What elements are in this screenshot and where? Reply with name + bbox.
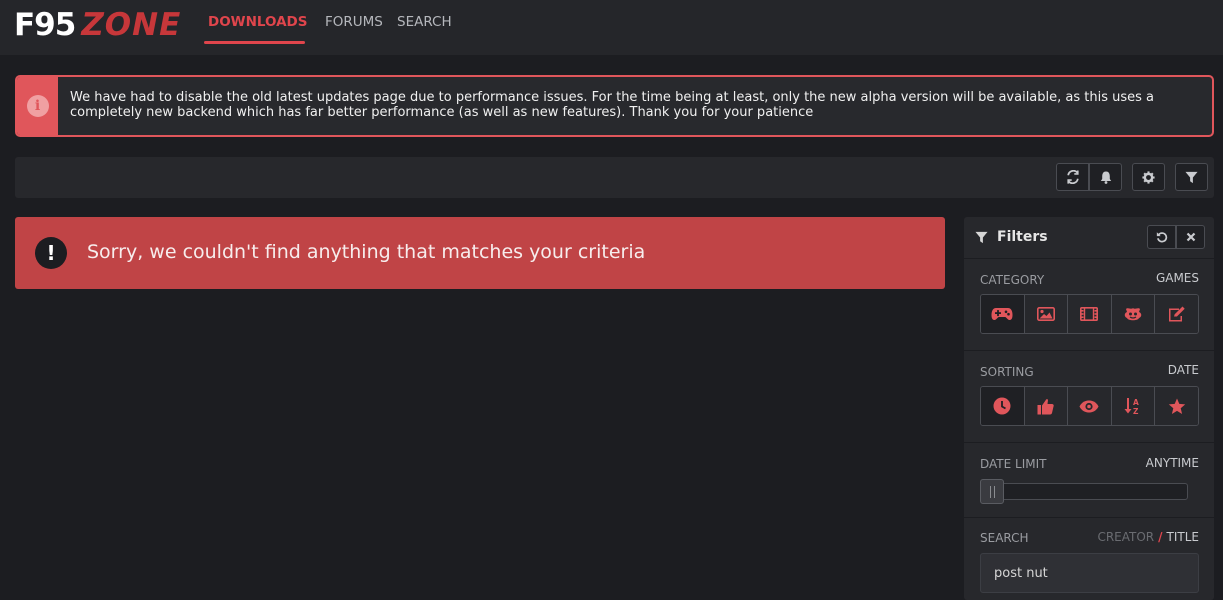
gamepad-icon [991,308,1013,320]
no-results-text: Sorry, we couldn't find anything that ma… [87,241,646,263]
close-filters-button[interactable] [1176,225,1205,249]
notice-banner: i We have had to disable the old latest … [15,75,1214,137]
sorting-label: SORTING [980,365,1034,379]
filter-toggle-button[interactable] [1175,163,1208,191]
filters-title: Filters [997,229,1048,245]
category-games-button[interactable] [981,295,1025,333]
date-limit-slider-handle[interactable] [980,479,1004,504]
undo-icon [1156,232,1167,243]
notifications-button[interactable] [1089,163,1122,191]
filter-icon [1185,171,1198,183]
search-mode-separator: / [1158,530,1163,544]
sort-alphabetical-button[interactable]: AZ [1111,387,1156,425]
date-limit-label: DATE LIMIT [980,457,1047,471]
gear-icon [1142,170,1155,184]
image-icon [1036,307,1055,321]
notice-text: We have had to disable the old latest up… [70,90,1155,120]
refresh-button[interactable] [1056,163,1089,191]
nav-active-underline [204,41,305,44]
category-section: CATEGORY GAMES [964,259,1214,351]
search-mode-creator[interactable]: CREATOR [1097,530,1154,544]
notice-icon-box: i [17,77,58,135]
no-results-alert: ! Sorry, we couldn't find anything that … [15,217,945,289]
nav-forums[interactable]: FORUMS [325,14,383,30]
nav-downloads[interactable]: DOWNLOADS [208,14,307,30]
edit-icon [1168,306,1185,322]
logo-zone: ZONE [81,7,182,43]
sort-alpha-icon: AZ [1124,398,1139,415]
filters-panel: Filters CATEGORY GAMES SORTING DATE A Z … [964,217,1214,600]
search-input[interactable] [980,553,1199,593]
clock-icon [993,397,1011,415]
date-limit-slider-track[interactable] [980,483,1188,500]
category-animations-button[interactable] [1155,295,1198,333]
filter-icon [975,231,988,244]
category-images-button[interactable] [1024,295,1069,333]
category-videos-button[interactable] [1068,295,1112,333]
sorting-section: SORTING DATE AZ [964,351,1214,443]
refresh-icon [1066,170,1079,184]
film-icon [1080,307,1099,321]
sorting-button-group: AZ [980,386,1199,426]
sort-rating-button[interactable] [1155,387,1198,425]
bell-icon [1100,171,1111,184]
reset-filters-button[interactable] [1147,225,1176,249]
category-button-group [980,294,1199,334]
search-label: SEARCH [980,531,1029,545]
toolbar [15,157,1214,198]
thumbs-up-icon [1037,398,1055,414]
settings-button[interactable] [1132,163,1165,191]
star-icon [1168,398,1185,414]
sort-likes-button[interactable] [1024,387,1069,425]
exclamation-icon: ! [35,237,67,269]
category-comics-button[interactable] [1111,295,1156,333]
date-limit-value: ANYTIME [1145,456,1199,470]
svg-text:A: A [1133,398,1139,407]
sorting-value: DATE [1167,363,1199,377]
svg-text:Z: Z [1133,407,1139,415]
site-logo[interactable]: F95 ZONE [14,7,182,43]
nav-search[interactable]: SEARCH [397,14,452,30]
info-icon: i [26,95,49,117]
top-navigation: F95 ZONE DOWNLOADS FORUMS SEARCH [0,0,1223,55]
eye-icon [1079,400,1099,412]
category-value: GAMES [1155,271,1199,285]
category-label: CATEGORY [980,273,1045,287]
search-mode-title[interactable]: TITLE [1167,530,1199,544]
sort-date-button[interactable] [981,387,1025,425]
filters-header: Filters [964,217,1214,259]
close-icon [1186,232,1195,242]
logo-f95: F95 [14,7,76,43]
comics-icon [1124,308,1142,321]
search-mode: CREATOR / TITLE [1097,530,1199,544]
sort-views-button[interactable] [1068,387,1112,425]
